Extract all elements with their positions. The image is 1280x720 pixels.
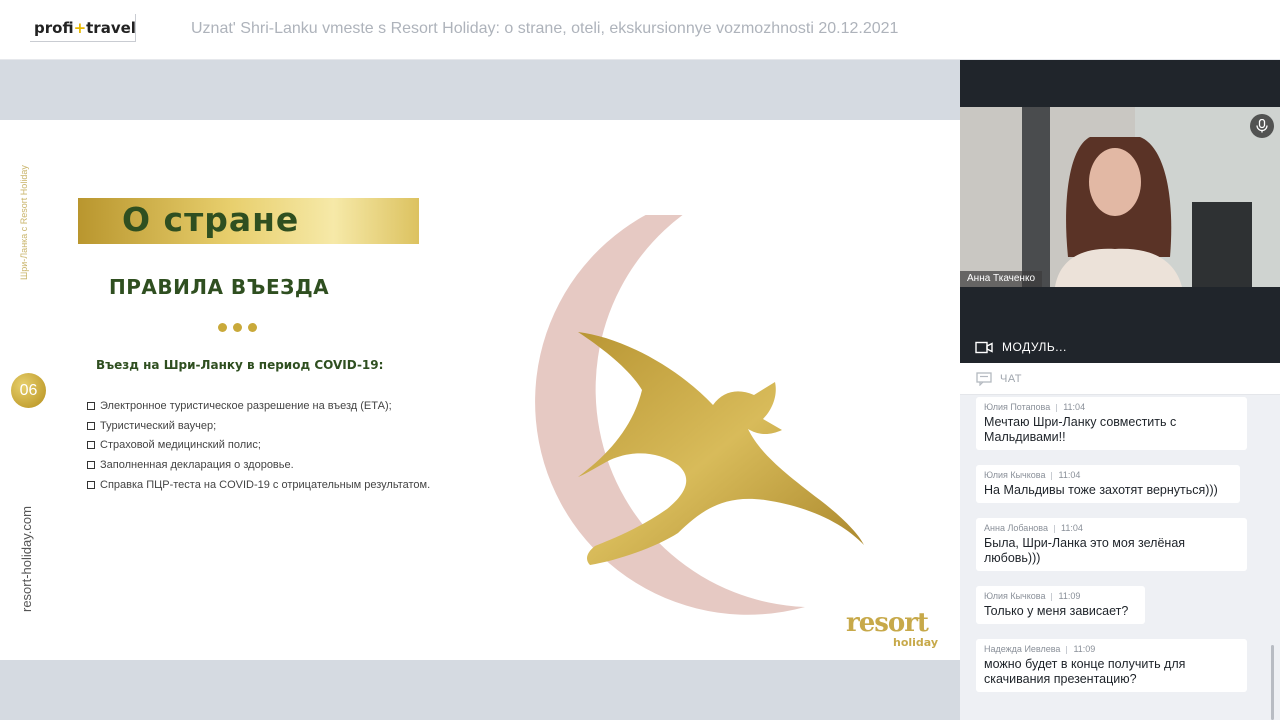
modules-label: МОДУЛЬ...	[1002, 340, 1067, 354]
logo-plus: +	[73, 19, 87, 37]
dot-1	[218, 323, 227, 332]
slide-intro: Въезд на Шри-Ланку в период COVID-19:	[96, 358, 384, 372]
webinar-title: Uznat' Shri-Lanku vmeste s Resort Holida…	[191, 20, 899, 37]
message-author: Надежда Иевлева	[984, 644, 1061, 654]
message-text: Только у меня зависает?	[984, 604, 1129, 618]
manta-ray-crescent-illustration	[535, 215, 864, 615]
top-bar: profi+travel Uznat' Shri-Lanku vmeste s …	[0, 0, 1280, 60]
brand-main-text: resort	[846, 608, 929, 638]
speaker-video[interactable]	[960, 107, 1280, 287]
message-author: Юлия Кычкова	[984, 470, 1046, 480]
chat-header[interactable]: ЧАТ	[960, 363, 1280, 395]
entry-requirements-list: Электронное туристическое разрешение на …	[87, 396, 430, 494]
list-item-text: Заполненная декларация о здоровье.	[100, 458, 294, 471]
slide-side-caption: Шри-Ланка с Resort Holiday	[19, 165, 29, 280]
slide-heading: ПРАВИЛА ВЪЕЗДА	[109, 275, 330, 299]
chat-scrollbar[interactable]	[1271, 645, 1274, 720]
message-author: Юлия Потапова	[984, 402, 1051, 412]
message-time: 11:04	[1058, 470, 1081, 480]
slide-title-banner: О стране	[78, 198, 419, 244]
logo-text-left: profi	[34, 19, 74, 37]
list-item-text: Туристический ваучер;	[100, 419, 217, 432]
dot-2	[233, 323, 242, 332]
list-item: Заполненная декларация о здоровье.	[87, 455, 430, 475]
slide-page-number: 06	[11, 373, 46, 408]
chat-message: Юлия Потапова 11:04 Мечтаю Шри-Ланку совм…	[976, 397, 1247, 450]
list-item-text: Электронное туристическое разрешение на …	[100, 399, 392, 412]
message-text: Была, Шри-Ланка это моя зелёная любовь))…	[984, 536, 1186, 565]
list-item: Справка ПЦР-теста на COVID-19 с отрицате…	[87, 475, 430, 495]
profi-travel-logo[interactable]: profi+travel	[30, 14, 136, 42]
message-time: 11:04	[1060, 523, 1083, 533]
message-text: Мечтаю Шри-Ланку совместить с Мальдивами…	[984, 415, 1177, 444]
checkbox-bullet-icon	[87, 401, 95, 410]
decorative-dots	[218, 319, 263, 337]
presentation-slide: Шри-Ланка с Resort Holiday 06 resort-hol…	[0, 120, 960, 660]
message-text: На Мальдивы тоже захотят вернуться)))	[984, 483, 1218, 497]
checkbox-bullet-icon	[87, 480, 95, 489]
brand-sub-text: holiday	[893, 636, 939, 649]
list-item-text: Страховой медицинский полис;	[100, 439, 261, 452]
camera-icon	[975, 341, 993, 353]
resort-holiday-logo: resort holiday	[846, 608, 946, 649]
chat-message: Надежда Иевлева 11:09 можно будет в конце…	[976, 639, 1247, 692]
list-item: Электронное туристическое разрешение на …	[87, 396, 430, 416]
mic-status-badge[interactable]	[1250, 114, 1274, 138]
list-item: Туристический ваучер;	[87, 416, 430, 436]
message-author: Юлия Кычкова	[984, 591, 1046, 601]
message-text: можно будет в конце получить для скачива…	[984, 657, 1186, 686]
message-time: 11:09	[1073, 644, 1096, 654]
message-author: Анна Лобанова	[984, 523, 1048, 533]
message-time: 11:09	[1058, 591, 1081, 601]
checkbox-bullet-icon	[87, 421, 95, 430]
speaker-name-tag: Анна Ткаченко	[960, 271, 1043, 287]
chat-message: Юлия Кычкова 11:09 Только у меня зависает…	[976, 586, 1145, 624]
list-item: Страховой медицинский полис;	[87, 435, 430, 455]
chat-message: Юлия Кычкова 11:04 На Мальдивы тоже захот…	[976, 465, 1240, 503]
message-time: 11:04	[1063, 402, 1086, 412]
slide-website: resort-holiday.com	[19, 506, 34, 612]
microphone-icon	[1256, 119, 1268, 133]
dot-3	[248, 323, 257, 332]
chat-icon	[976, 371, 992, 386]
chat-message: Анна Лобанова 11:04 Была, Шри-Ланка это м…	[976, 518, 1247, 571]
checkbox-bullet-icon	[87, 460, 95, 469]
modules-button[interactable]: МОДУЛЬ...	[975, 340, 1067, 354]
chat-messages[interactable]: Юлия Потапова 11:04 Мечтаю Шри-Ланку совм…	[960, 395, 1280, 720]
chat-panel: ЧАТ Юлия Потапова 11:04 Мечтаю Шри-Ланку …	[960, 363, 1280, 720]
speaker-video-frame	[960, 107, 1280, 287]
logo-text-right: travel	[86, 19, 136, 37]
checkbox-bullet-icon	[87, 441, 95, 450]
chat-header-label: ЧАТ	[1000, 372, 1023, 385]
list-item-text: Справка ПЦР-теста на COVID-19 с отрицате…	[100, 478, 431, 491]
slide-title: О стране	[122, 200, 300, 239]
